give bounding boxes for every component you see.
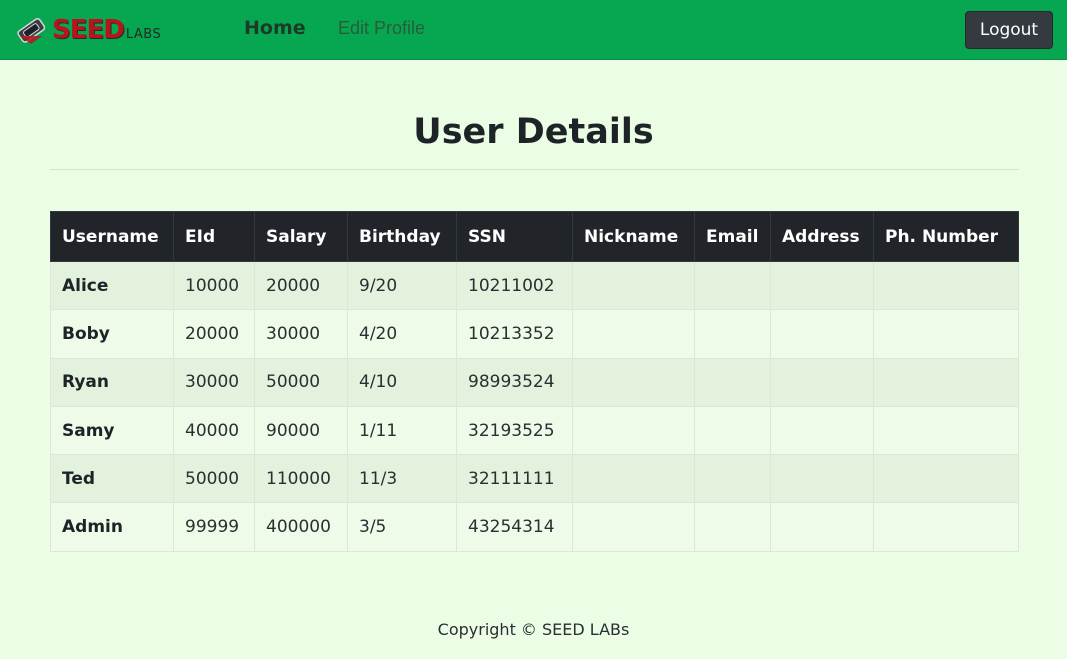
title-divider <box>50 169 1019 170</box>
page-title: User Details <box>413 112 654 152</box>
cell-salary: 50000 <box>254 357 348 407</box>
cell-eid: 20000 <box>173 309 255 359</box>
cell-address <box>770 454 874 504</box>
column-header-email: Email <box>694 211 771 262</box>
cell-phone-number <box>873 309 1019 359</box>
brand-seed-text: SEED <box>52 15 125 45</box>
user-details-table: Username EId Salary Birthday SSN Nicknam… <box>50 211 1019 552</box>
cell-salary: 90000 <box>254 405 348 456</box>
nav-home-link[interactable]: Home <box>244 17 306 39</box>
cell-phone-number <box>873 357 1019 407</box>
column-header-nickname: Nickname <box>572 211 695 262</box>
cell-address <box>770 357 874 407</box>
seed-labs-logo[interactable]: SEED LABS <box>14 14 190 46</box>
logout-button[interactable]: Logout <box>965 11 1053 49</box>
cell-ssn: 10211002 <box>456 260 573 311</box>
cell-birthday: 4/20 <box>347 309 457 359</box>
brand-labs-text: LABS <box>125 27 162 42</box>
cell-phone-number <box>873 454 1019 504</box>
column-header-eid: EId <box>173 211 255 262</box>
cell-address <box>770 260 874 311</box>
cell-email <box>694 309 771 359</box>
cell-birthday: 9/20 <box>347 260 457 311</box>
cell-phone-number <box>873 260 1019 311</box>
cell-email <box>694 502 771 552</box>
footer-copyright: Copyright © SEED LABs <box>437 620 630 639</box>
seed-labs-logo-icon <box>17 18 46 44</box>
cell-username: Ryan <box>50 357 174 407</box>
cell-nickname <box>572 357 695 407</box>
top-navbar: SEED LABS Home Edit Profile Logout <box>0 0 1067 60</box>
cell-username: Boby <box>50 309 174 359</box>
cell-eid: 10000 <box>173 260 255 311</box>
column-header-address: Address <box>770 211 874 262</box>
cell-salary: 110000 <box>254 454 348 504</box>
cell-username: Ted <box>50 454 174 504</box>
cell-ssn: 32193525 <box>456 405 573 456</box>
table-row: Ted 50000 110000 11/3 32111111 <box>50 454 1019 504</box>
column-header-username: Username <box>50 211 174 262</box>
column-header-birthday: Birthday <box>347 211 457 262</box>
cell-address <box>770 502 874 552</box>
column-header-phone-number: Ph. Number <box>873 211 1019 262</box>
cell-ssn: 43254314 <box>456 502 573 552</box>
cell-birthday: 11/3 <box>347 454 457 504</box>
cell-eid: 30000 <box>173 357 255 407</box>
cell-address <box>770 405 874 456</box>
cell-ssn: 10213352 <box>456 309 573 359</box>
cell-username: Admin <box>50 502 174 552</box>
column-header-salary: Salary <box>254 211 348 262</box>
table-row: Boby 20000 30000 4/20 10213352 <box>50 309 1019 359</box>
nav-edit-profile-link[interactable]: Edit Profile <box>338 18 425 39</box>
cell-eid: 40000 <box>173 405 255 456</box>
cell-birthday: 4/10 <box>347 357 457 407</box>
cell-nickname <box>572 502 695 552</box>
cell-ssn: 32111111 <box>456 454 573 504</box>
table-row: Alice 10000 20000 9/20 10211002 <box>50 260 1019 311</box>
cell-nickname <box>572 454 695 504</box>
cell-birthday: 3/5 <box>347 502 457 552</box>
cell-phone-number <box>873 405 1019 456</box>
cell-eid: 50000 <box>173 454 255 504</box>
cell-eid: 99999 <box>173 502 255 552</box>
cell-salary: 400000 <box>254 502 348 552</box>
cell-address <box>770 309 874 359</box>
cell-nickname <box>572 309 695 359</box>
table-row: Admin 99999 400000 3/5 43254314 <box>50 502 1019 552</box>
table-row: Samy 40000 90000 1/11 32193525 <box>50 405 1019 456</box>
cell-nickname <box>572 260 695 311</box>
brand-wordmark: SEED LABS <box>52 15 161 45</box>
cell-email <box>694 405 771 456</box>
cell-username: Samy <box>50 405 174 456</box>
cell-salary: 30000 <box>254 309 348 359</box>
cell-email <box>694 454 771 504</box>
cell-phone-number <box>873 502 1019 552</box>
table-header-row: Username EId Salary Birthday SSN Nicknam… <box>50 211 1019 262</box>
cell-email <box>694 357 771 407</box>
cell-ssn: 98993524 <box>456 357 573 407</box>
cell-salary: 20000 <box>254 260 348 311</box>
cell-email <box>694 260 771 311</box>
cell-username: Alice <box>50 260 174 311</box>
cell-birthday: 1/11 <box>347 405 457 456</box>
table-row: Ryan 30000 50000 4/10 98993524 <box>50 357 1019 407</box>
cell-nickname <box>572 405 695 456</box>
column-header-ssn: SSN <box>456 211 573 262</box>
